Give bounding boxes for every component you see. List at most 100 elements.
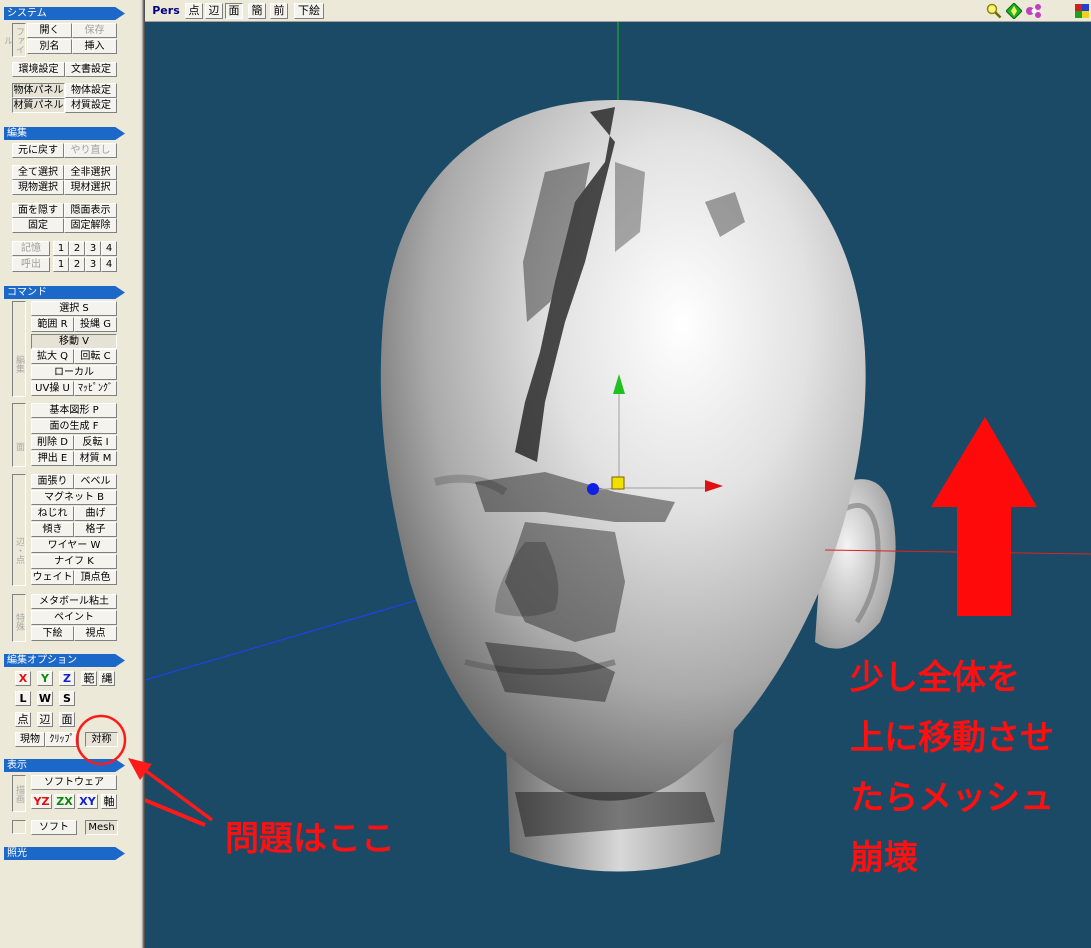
axis-x-toggle[interactable]: X	[15, 671, 31, 686]
show-hidden-button[interactable]: 隠面表示	[64, 203, 117, 218]
toolbar-edge-toggle[interactable]: 辺	[205, 3, 223, 19]
save-as-button[interactable]: 別名	[27, 39, 72, 54]
mesh-display-button[interactable]: Mesh	[85, 820, 118, 835]
object-panel-button[interactable]: 物体パネル	[12, 83, 65, 98]
recall-slot-3[interactable]: 3	[85, 257, 101, 272]
axis-z-toggle[interactable]: Z	[59, 671, 75, 686]
range-tool-button[interactable]: 範囲 R	[31, 317, 74, 332]
delete-tool-button[interactable]: 削除 D	[31, 435, 74, 450]
symmetry-option[interactable]: 対称	[85, 732, 118, 747]
bend-tool-button[interactable]: 曲げ	[74, 506, 117, 521]
select-tool-button[interactable]: 選択 S	[31, 301, 117, 316]
range-option-toggle[interactable]: 範	[81, 671, 97, 686]
vertex-mode-toggle[interactable]: 点	[15, 712, 31, 727]
software-render-button[interactable]: ソフトウェア	[31, 775, 117, 790]
paint-tool-button[interactable]: ペイント	[31, 610, 117, 625]
material-settings-button[interactable]: 材質設定	[65, 98, 117, 113]
toolbar-front-toggle[interactable]: 前	[270, 3, 288, 19]
section-header-display[interactable]: 表示	[4, 759, 125, 772]
undo-button[interactable]: 元に戻す	[12, 143, 64, 158]
material-tool-button[interactable]: 材質 M	[74, 451, 117, 466]
memory-slot-1[interactable]: 1	[53, 241, 69, 256]
section-header-command[interactable]: コマンド	[4, 286, 125, 299]
lasso-option-toggle[interactable]: 縄	[99, 671, 115, 686]
mapping-tool-button[interactable]: ﾏｯﾋﾟﾝｸﾞ	[74, 381, 117, 396]
toolbar-face-toggle[interactable]: 面	[225, 3, 243, 19]
face-mode-toggle[interactable]: 面	[59, 712, 75, 727]
memory-slot-4[interactable]: 4	[101, 241, 117, 256]
deselect-all-button[interactable]: 全非選択	[64, 165, 117, 180]
recall-slot-1[interactable]: 1	[53, 257, 69, 272]
pan-icon[interactable]	[1006, 3, 1022, 19]
stretch-face-tool-button[interactable]: 面張り	[31, 474, 74, 489]
viewpoint-tool-button[interactable]: 視点	[74, 626, 117, 641]
clip-option[interactable]: ｸﾘｯﾌﾟ	[45, 732, 79, 747]
special-group-label: 特殊	[12, 594, 26, 642]
local-l-toggle[interactable]: L	[15, 691, 31, 706]
insert-button[interactable]: 挿入	[72, 39, 117, 54]
axis-y-toggle[interactable]: Y	[37, 671, 53, 686]
axis-display-toggle[interactable]: 軸	[101, 794, 117, 809]
unlock-button[interactable]: 固定解除	[64, 218, 117, 233]
screen-s-toggle[interactable]: S	[59, 691, 75, 706]
toolbar-simple-toggle[interactable]: 簡	[248, 3, 266, 19]
yz-view-toggle[interactable]: YZ	[31, 794, 52, 809]
lasso-tool-button[interactable]: 投縄 G	[74, 317, 117, 332]
toolbar-underlay-toggle[interactable]: 下絵	[294, 3, 324, 19]
lattice-tool-button[interactable]: 格子	[74, 522, 117, 537]
flip-tool-button[interactable]: 反転 I	[74, 435, 117, 450]
soft-render-button[interactable]: ソフト	[31, 820, 77, 835]
extrude-tool-button[interactable]: 押出 E	[31, 451, 74, 466]
section-header-edit[interactable]: 編集	[4, 127, 125, 140]
note-line-3: たらメッシュ	[850, 778, 1054, 818]
tilt-tool-button[interactable]: 傾き	[31, 522, 74, 537]
section-header-system[interactable]: システム	[4, 7, 125, 20]
view-layout-icon[interactable]	[1075, 4, 1089, 18]
select-current-object-button[interactable]: 現物選択	[12, 180, 64, 195]
move-tool-button[interactable]: 移動 V	[31, 334, 117, 349]
lock-button[interactable]: 固定	[12, 218, 64, 233]
edge-mode-toggle[interactable]: 辺	[37, 712, 53, 727]
rotate-tool-button[interactable]: 回転 C	[74, 349, 117, 364]
wire-tool-button[interactable]: ワイヤー W	[31, 538, 117, 553]
magnet-tool-button[interactable]: マグネット B	[31, 490, 117, 505]
world-w-toggle[interactable]: W	[37, 691, 53, 706]
zx-view-toggle[interactable]: ZX	[54, 794, 75, 809]
3d-viewport[interactable]: 少し全体を 上に移動させ たらメッシュ 崩壊 問題はここ	[145, 22, 1091, 948]
uv-tool-button[interactable]: UV操 U	[31, 381, 74, 396]
xy-view-toggle[interactable]: XY	[77, 794, 98, 809]
document-settings-button[interactable]: 文書設定	[65, 62, 117, 77]
rotate-view-icon[interactable]	[1025, 3, 1043, 19]
weight-tool-button[interactable]: ウェイト	[31, 570, 74, 585]
primitive-tool-button[interactable]: 基本図形 P	[31, 403, 117, 418]
problem-label: 問題はここ	[225, 819, 395, 859]
vertex-color-tool-button[interactable]: 頂点色	[74, 570, 117, 585]
memory-slot-3[interactable]: 3	[85, 241, 101, 256]
save-button[interactable]: 保存	[72, 23, 117, 38]
recall-slot-2[interactable]: 2	[69, 257, 85, 272]
twist-tool-button[interactable]: ねじれ	[31, 506, 74, 521]
generate-face-tool-button[interactable]: 面の生成 F	[31, 419, 117, 434]
hide-faces-button[interactable]: 面を隠す	[12, 203, 64, 218]
select-all-button[interactable]: 全て選択	[12, 165, 64, 180]
scale-tool-button[interactable]: 拡大 Q	[31, 349, 74, 364]
section-header-edit-options[interactable]: 編集オプション	[4, 654, 125, 667]
recall-slot-4[interactable]: 4	[101, 257, 117, 272]
bevel-tool-button[interactable]: ベベル	[74, 474, 117, 489]
material-panel-button[interactable]: 材質パネル	[12, 98, 65, 113]
toolbar-vertex-toggle[interactable]: 点	[185, 3, 203, 19]
environment-settings-button[interactable]: 環境設定	[12, 62, 65, 77]
current-object-option[interactable]: 現物	[15, 732, 45, 747]
object-settings-button[interactable]: 物体設定	[65, 83, 117, 98]
select-current-material-button[interactable]: 現材選択	[64, 180, 117, 195]
zoom-icon[interactable]	[986, 3, 1002, 19]
metaball-tool-button[interactable]: メタボール粘土	[31, 594, 117, 609]
redo-button[interactable]: やり直し	[64, 143, 117, 158]
open-button[interactable]: 開く	[27, 23, 72, 38]
section-header-lighting[interactable]: 照光	[4, 847, 125, 860]
perspective-toggle[interactable]: Pers	[149, 3, 183, 19]
knife-tool-button[interactable]: ナイフ K	[31, 554, 117, 569]
local-tool-button[interactable]: ローカル	[31, 365, 117, 380]
memory-slot-2[interactable]: 2	[69, 241, 85, 256]
underlay-tool-button[interactable]: 下絵	[31, 626, 74, 641]
